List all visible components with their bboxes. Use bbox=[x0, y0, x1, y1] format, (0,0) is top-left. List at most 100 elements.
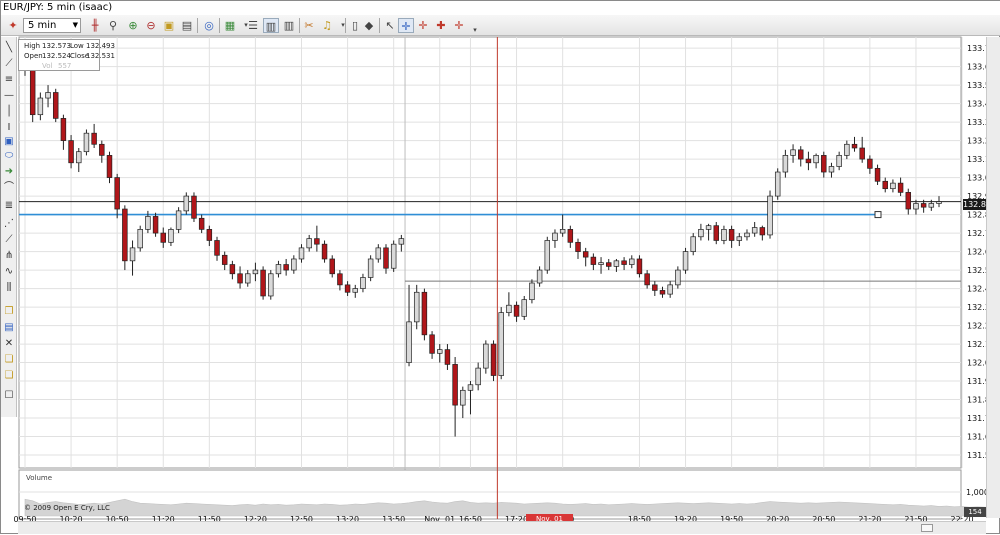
candle-body bbox=[137, 229, 143, 249]
horizontal-scrollbar[interactable] bbox=[18, 521, 986, 534]
candle-body bbox=[629, 258, 635, 265]
candle-body bbox=[306, 238, 312, 249]
candle-body bbox=[782, 155, 789, 173]
candle-body bbox=[621, 260, 627, 265]
candle-body bbox=[644, 273, 650, 286]
candle-body bbox=[844, 143, 850, 156]
candle-body bbox=[52, 92, 59, 119]
candle-body bbox=[352, 288, 358, 293]
candle bbox=[529, 279, 535, 304]
vol-label: Vol bbox=[42, 62, 53, 70]
candle-body bbox=[744, 232, 750, 238]
candle-body bbox=[905, 192, 912, 210]
candle-body bbox=[76, 151, 82, 164]
candle bbox=[774, 168, 781, 200]
candle bbox=[268, 270, 274, 300]
candle-body bbox=[821, 155, 827, 173]
candle-body bbox=[890, 182, 896, 190]
candle-body bbox=[175, 210, 182, 230]
candle-body bbox=[536, 269, 543, 284]
candle-body bbox=[552, 232, 558, 241]
candle-body bbox=[45, 92, 51, 99]
candle-body bbox=[83, 132, 90, 153]
candle-body bbox=[483, 343, 489, 369]
candle-body bbox=[544, 240, 551, 271]
candle-body bbox=[429, 334, 435, 354]
candle-body bbox=[214, 240, 220, 256]
candle-body bbox=[705, 225, 712, 230]
candle-body bbox=[590, 256, 597, 265]
candle-body bbox=[690, 236, 696, 252]
candle-body bbox=[437, 349, 443, 354]
copyright-text: © 2009 Open E Cry, LLC bbox=[24, 504, 110, 512]
candle-body bbox=[659, 290, 666, 295]
scrollbar-thumb[interactable] bbox=[921, 524, 933, 532]
candle-body bbox=[152, 216, 159, 234]
candle-body bbox=[759, 227, 766, 236]
candle bbox=[175, 207, 182, 234]
ohlc-info-box: High 132.573 Low 132.493 Open 132.524 Cl… bbox=[18, 39, 115, 71]
price-panel-frame bbox=[18, 36, 962, 469]
candle bbox=[421, 288, 428, 341]
candle-body bbox=[99, 143, 105, 156]
candle-body bbox=[298, 247, 305, 260]
price-scale-scrollbar[interactable] bbox=[986, 37, 1000, 518]
candle-body bbox=[367, 258, 374, 278]
candle-body bbox=[283, 264, 289, 271]
close-value: 132.531 bbox=[86, 52, 115, 60]
candle-body bbox=[790, 149, 796, 156]
candle-body bbox=[851, 143, 858, 149]
candle-body bbox=[229, 264, 236, 275]
candle-body bbox=[68, 140, 74, 164]
candle-body bbox=[736, 236, 743, 241]
candle-body bbox=[859, 147, 865, 160]
candle-body bbox=[360, 277, 366, 289]
candle-body bbox=[728, 229, 735, 241]
candle-body bbox=[475, 367, 481, 386]
candle-body bbox=[836, 155, 842, 167]
candle-body bbox=[529, 282, 535, 301]
candle-body bbox=[721, 229, 727, 241]
candle-body bbox=[567, 229, 574, 243]
candle-body bbox=[129, 247, 136, 262]
candle bbox=[490, 340, 497, 382]
chart-window: EUR/JPY: 5 min (isaac) ✦ 5 min ▼ ╫ ⚲ ⊕ ⊖… bbox=[0, 0, 1000, 534]
candle bbox=[122, 205, 128, 271]
price-chart[interactable]: 133.700133.600133.500133.400133.300133.2… bbox=[1, 1, 1000, 535]
candle-body bbox=[206, 229, 213, 241]
candle-body bbox=[375, 247, 382, 260]
candle-body bbox=[490, 343, 497, 376]
candle-body bbox=[667, 284, 673, 295]
candle bbox=[767, 190, 773, 239]
candle bbox=[498, 307, 504, 380]
candle-body bbox=[114, 177, 120, 210]
candle-body bbox=[444, 349, 451, 365]
volume-panel-label: Volume bbox=[26, 474, 53, 482]
candle-body bbox=[252, 269, 259, 275]
candle-body bbox=[37, 97, 44, 116]
candle-body bbox=[828, 166, 835, 173]
candle bbox=[83, 129, 90, 156]
candle-body bbox=[928, 203, 935, 208]
candle-body bbox=[920, 203, 927, 208]
candle-body bbox=[613, 260, 620, 267]
candle-body bbox=[191, 195, 197, 219]
candle-body bbox=[160, 232, 166, 243]
candle-body bbox=[867, 158, 873, 169]
open-label: Open bbox=[24, 52, 43, 60]
candle-body bbox=[636, 258, 643, 275]
candle-body bbox=[513, 304, 520, 317]
candle-body bbox=[798, 149, 804, 160]
candle-body bbox=[314, 238, 320, 245]
candle-body bbox=[897, 182, 904, 193]
candle bbox=[367, 255, 374, 282]
candle bbox=[191, 192, 197, 222]
candle-body bbox=[575, 241, 581, 252]
candle-body bbox=[406, 321, 412, 363]
candle-body bbox=[813, 155, 819, 164]
candle-body bbox=[521, 299, 527, 317]
candle-body bbox=[652, 284, 658, 291]
candle-body bbox=[91, 132, 97, 145]
candle-body bbox=[383, 247, 389, 269]
candle-body bbox=[260, 269, 266, 297]
